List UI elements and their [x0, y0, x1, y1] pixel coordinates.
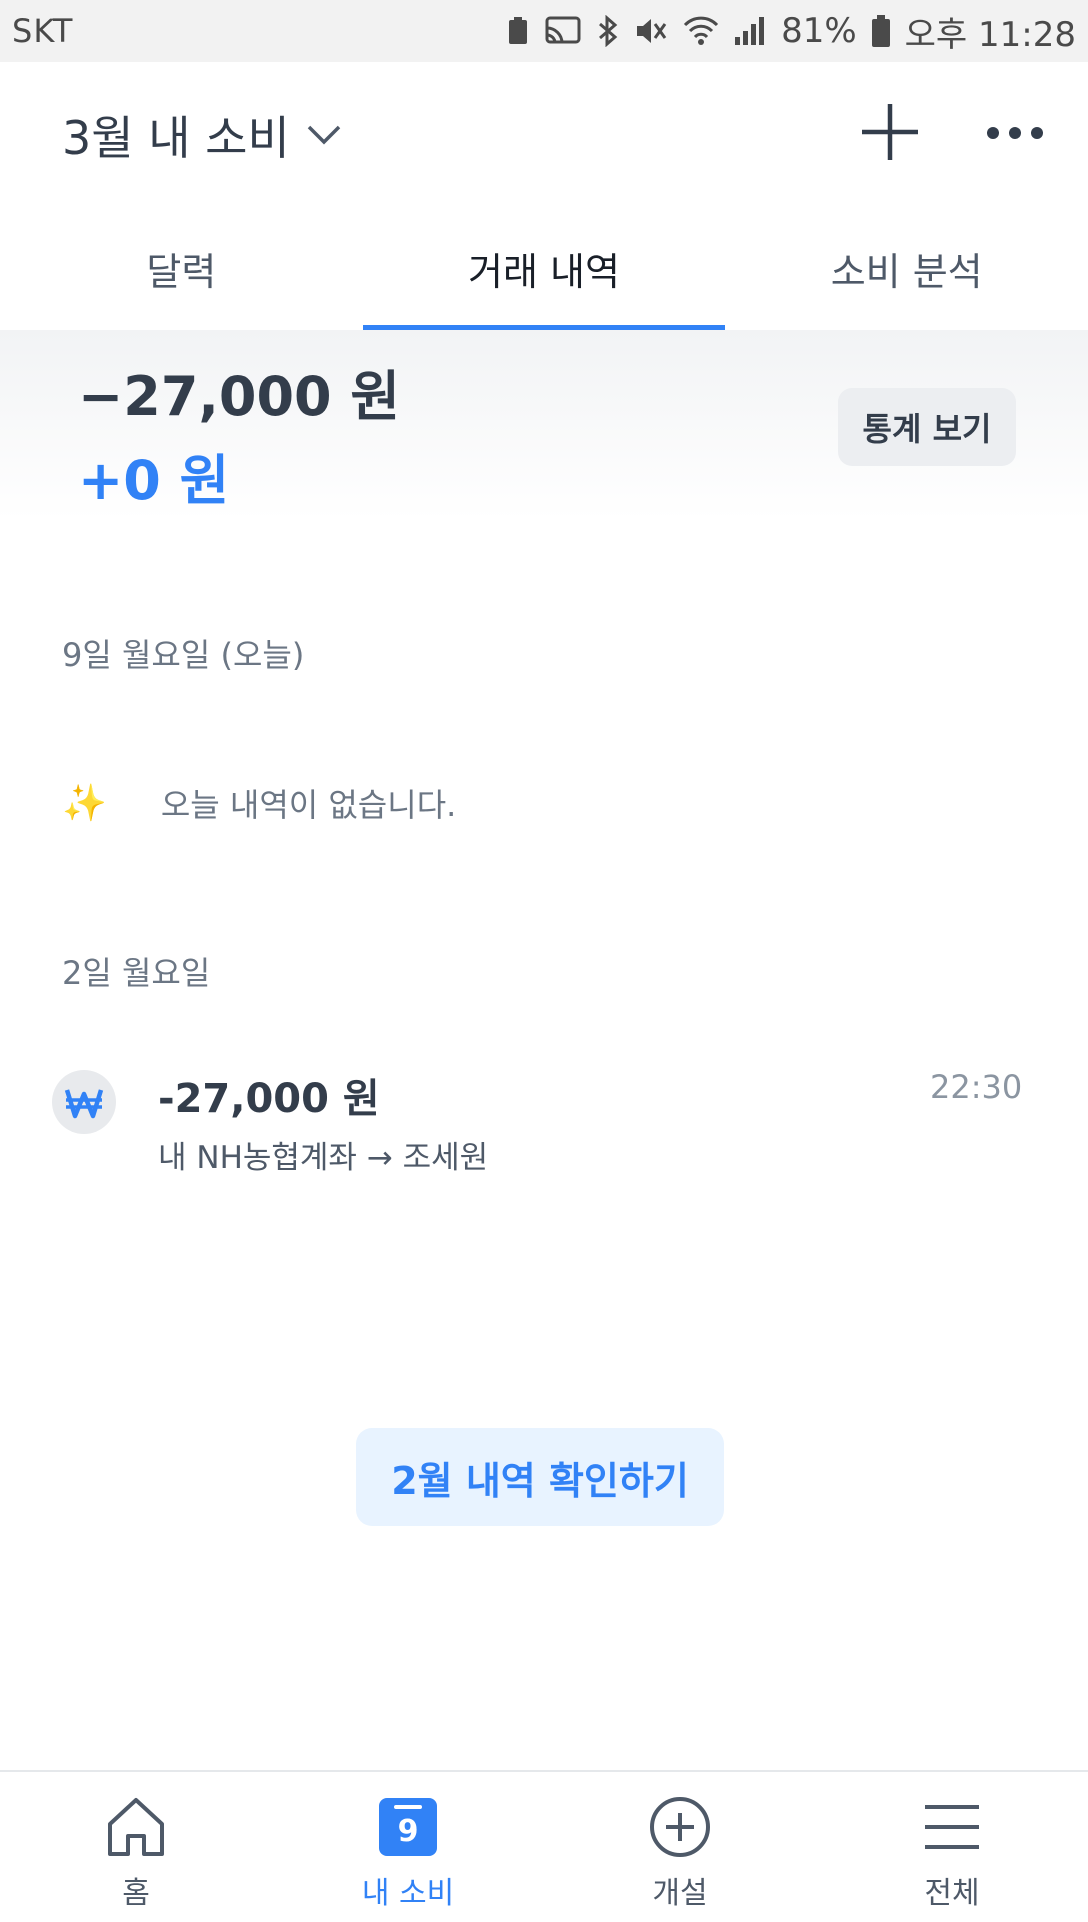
tab-transactions[interactable]: 거래 내역: [362, 207, 726, 330]
clock: 오후 11:28: [904, 14, 1076, 55]
empty-state: ✨ 오늘 내역이 없습니다.: [62, 780, 456, 826]
nav-open-account-label: 개설: [652, 1876, 708, 1911]
plus-circle-icon: [650, 1797, 710, 1857]
menu-icon: [925, 1805, 979, 1849]
battery-percent: 81%: [781, 11, 857, 51]
transaction-time: 22:30: [930, 1068, 1023, 1106]
calendar-icon: 9: [379, 1798, 437, 1856]
nav-home[interactable]: 홈: [0, 1772, 272, 1922]
chevron-down-icon: [307, 125, 341, 145]
nav-my-spending-label: 내 소비: [361, 1876, 455, 1911]
app-header: 3월 내 소비: [0, 62, 1088, 207]
won-icon: [52, 1070, 116, 1134]
battery-icon: [871, 15, 890, 47]
sparkles-icon: ✨: [62, 783, 107, 824]
cast-icon: [545, 16, 581, 44]
tab-analysis[interactable]: 소비 분석: [725, 207, 1088, 330]
page-title: 3월 내 소비: [62, 111, 290, 165]
status-icons: 81% 오후 11:28: [507, 7, 1076, 56]
wifi-icon: [683, 16, 719, 45]
empty-message: 오늘 내역이 없습니다.: [160, 786, 457, 824]
add-icon[interactable]: [858, 100, 922, 164]
prev-month-button[interactable]: 2월 내역 확인하기: [356, 1428, 724, 1526]
signal-icon: [735, 17, 765, 45]
status-bar: SKT 81% 오후 11:28: [0, 0, 1088, 62]
nav-all[interactable]: 전체: [816, 1772, 1088, 1922]
expense-total: −27,000 원: [78, 365, 401, 428]
date-header-today: 9일 월요일 (오늘): [62, 636, 305, 674]
tab-calendar[interactable]: 달력: [0, 207, 363, 330]
nav-all-label: 전체: [924, 1876, 980, 1911]
month-summary: −27,000 원 +0 원 통계 보기: [0, 330, 1088, 520]
nav-my-spending[interactable]: 9 내 소비: [272, 1772, 544, 1922]
carrier-label: SKT: [12, 12, 74, 50]
more-icon[interactable]: [985, 115, 1045, 151]
nav-open-account[interactable]: 개설: [544, 1772, 816, 1922]
date-header-2: 2일 월요일: [62, 954, 211, 992]
transaction-description[interactable]: 내 NH농협계좌 → 조세원: [158, 1132, 488, 1177]
bluetooth-icon: [599, 15, 618, 47]
mute-icon: [637, 19, 667, 43]
income-total: +0 원: [78, 449, 230, 512]
home-icon: [108, 1798, 164, 1856]
nav-home-label: 홈: [122, 1876, 150, 1911]
month-selector[interactable]: 3월 내 소비: [62, 102, 342, 168]
transaction-amount[interactable]: -27,000 원: [158, 1066, 380, 1124]
bottom-nav: 홈 9 내 소비 개설 전체: [0, 1770, 1088, 1922]
stats-button[interactable]: 통계 보기: [838, 388, 1016, 466]
tab-bar: 달력 거래 내역 소비 분석: [0, 207, 1088, 330]
sync-battery-icon: [509, 17, 528, 44]
